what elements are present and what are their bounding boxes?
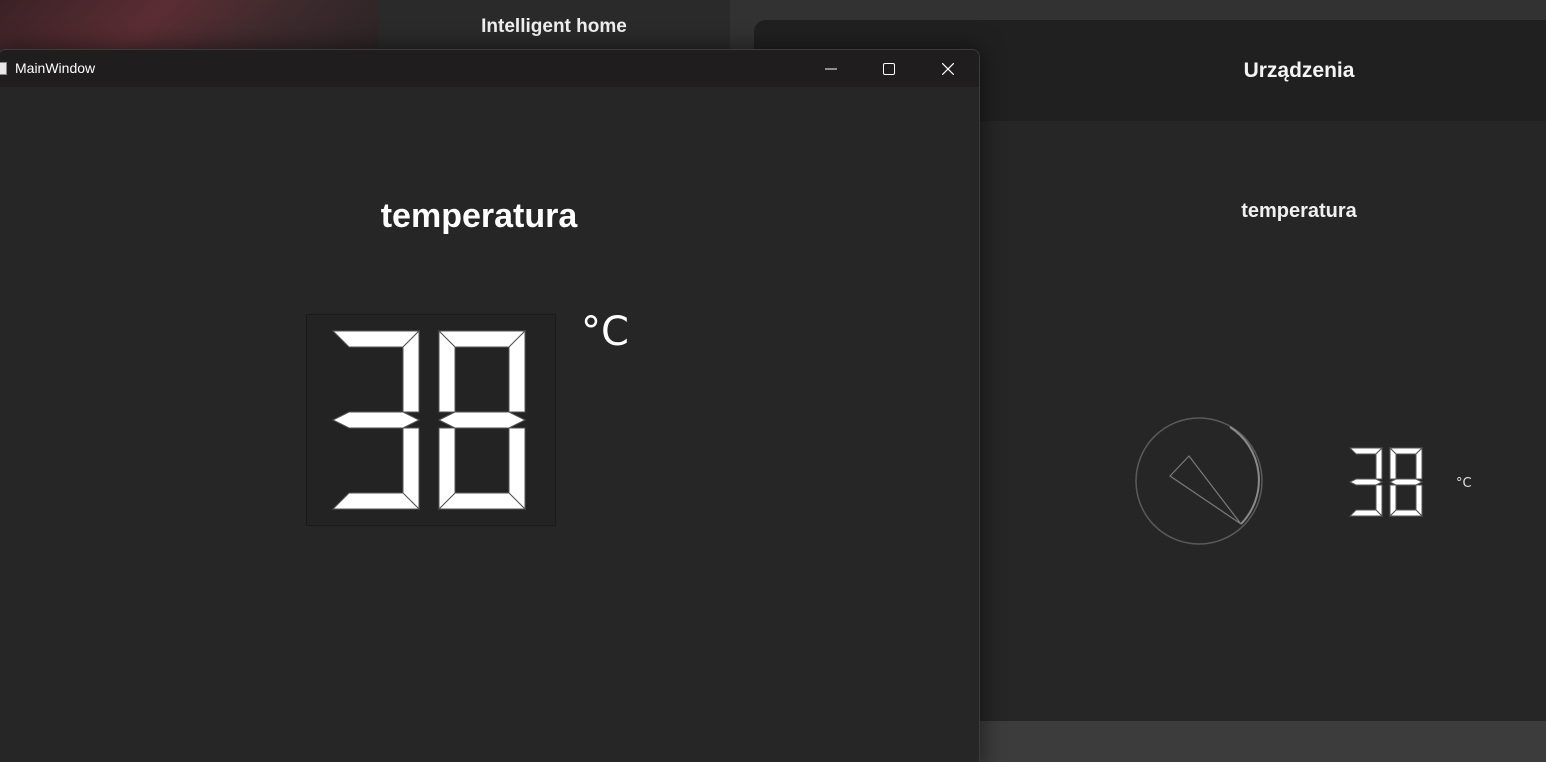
background-thumbnail — [0, 0, 378, 50]
background-sensor-title: temperatura — [1241, 200, 1357, 222]
background-app-title: Intelligent home — [481, 16, 627, 37]
sensor-title: temperatura — [380, 197, 578, 235]
lcd-segment-0-b — [1375, 446, 1383, 480]
main-window[interactable]: MainWindow temperatura °C — [0, 49, 980, 762]
unit-label: °C — [581, 309, 629, 355]
window-content: temperatura °C — [0, 87, 979, 762]
maximize-icon — [883, 62, 895, 75]
minimize-icon — [825, 68, 837, 69]
lcd-segment-0-d — [1348, 509, 1384, 517]
title-bar[interactable]: MainWindow — [0, 50, 979, 87]
background-unit-label: °C — [1456, 476, 1472, 491]
devices-header-title: Urządzenia — [1243, 59, 1355, 82]
temperature-dial[interactable] — [1134, 416, 1264, 546]
desktop: Intelligent home Urządzenia temperatura … — [0, 0, 1546, 762]
maximize-button[interactable] — [860, 50, 918, 87]
lcd-segment-1-e — [1389, 484, 1397, 518]
lcd-segment-0-d — [331, 492, 421, 510]
lcd-segment-1-f — [1389, 446, 1397, 480]
lcd-segment-1-b — [1415, 446, 1423, 480]
lcd-display — [306, 314, 556, 526]
app-icon — [0, 62, 7, 75]
window-title: MainWindow — [15, 60, 96, 76]
minimize-button[interactable] — [802, 50, 860, 87]
background-app-header: Intelligent home — [378, 0, 730, 50]
lcd-digits — [331, 329, 527, 511]
background-lcd-display — [1348, 446, 1424, 518]
lcd-segment-1-g — [437, 411, 527, 429]
lcd-segment-0-g — [331, 411, 421, 429]
close-icon — [942, 62, 954, 75]
lcd-segment-0-g — [1348, 478, 1384, 486]
lcd-segment-1-g — [1388, 478, 1424, 486]
close-button[interactable] — [919, 50, 977, 87]
